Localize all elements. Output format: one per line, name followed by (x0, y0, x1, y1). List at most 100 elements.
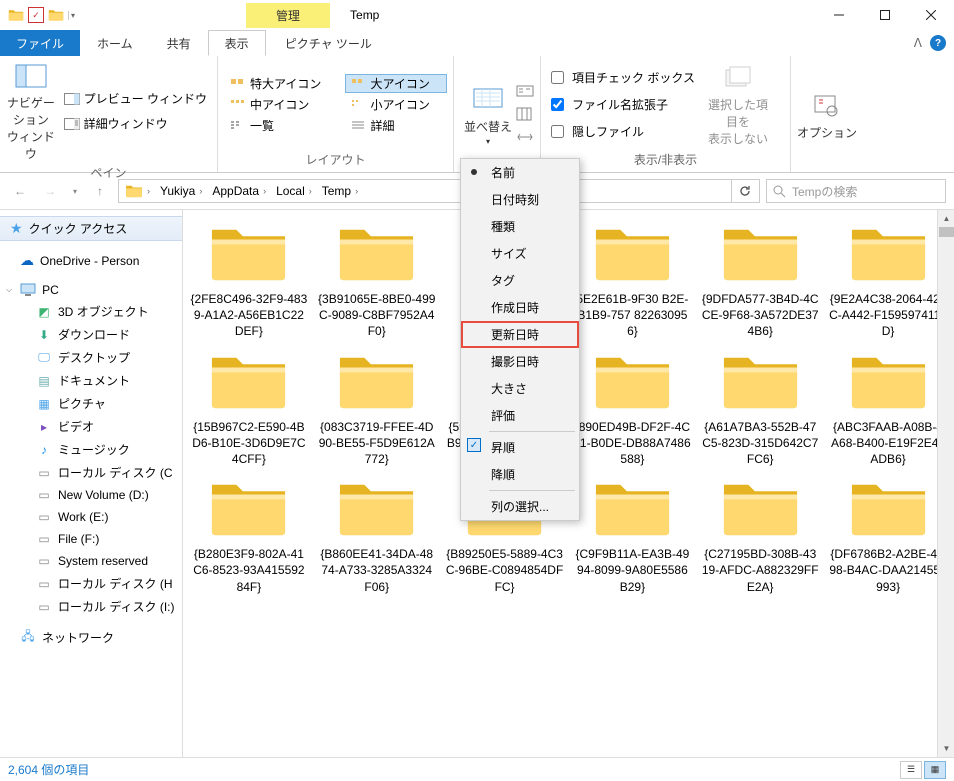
details-pane-button[interactable]: 詳細ウィンドウ (60, 113, 211, 134)
forward-button[interactable]: → (38, 179, 62, 203)
layout-list[interactable]: 一覧 (224, 116, 339, 135)
sidebar-item-desktop[interactable]: 🖵デスクトップ (0, 346, 182, 369)
crumb-local[interactable]: Local› (272, 184, 318, 198)
drive-icon: ▭ (36, 599, 52, 615)
sidebar-item-videos[interactable]: ▸ビデオ (0, 415, 182, 438)
folder-label: {15B967C2-E590-4BD6-B10E-3D6D9E7C4CFF} (190, 419, 308, 468)
layout-details[interactable]: 詳細 (345, 116, 448, 135)
sidebar-item-drive-c[interactable]: ▭ローカル ディスク (C (0, 461, 182, 484)
folder-item[interactable]: {C9F9B11A-EA3B-4994-8099-9A80E5586B29} (571, 475, 695, 595)
sidebar-item-3d[interactable]: ◩3D オブジェクト (0, 300, 182, 323)
breadcrumb[interactable]: › Yukiya› AppData› Local› Temp› ▾ (118, 179, 760, 203)
scroll-up-icon[interactable]: ▲ (938, 210, 954, 227)
menu-choose-columns[interactable]: 列の選択... (461, 493, 579, 520)
help-icon[interactable]: ? (930, 35, 946, 51)
folder-item[interactable]: {15B967C2-E590-4BD6-B10E-3D6D9E7C4CFF} (187, 348, 311, 468)
menu-sort-asc[interactable]: ✓昇順 (461, 434, 579, 461)
group-by-icon[interactable] (516, 85, 534, 101)
menu-sort-size[interactable]: サイズ (461, 240, 579, 267)
folder-item[interactable]: {B860EE41-34DA-4874-A733-3285A3324F06} (315, 475, 439, 595)
details-view-button[interactable]: ☰ (900, 761, 922, 779)
refresh-button[interactable] (731, 179, 757, 203)
folder-item[interactable]: {2FE8C496-32F9-4839-A1A2-A56EB1C22DEF} (187, 220, 311, 340)
group-label-pane: ペイン (6, 162, 211, 183)
hidden-files-toggle[interactable]: 隠しファイル (547, 121, 699, 142)
folder-item[interactable]: 5E2E61B-9F30 B2E-B1B9-757 822630956} (571, 220, 695, 340)
sidebar-quick-access[interactable]: ★クイック アクセス (0, 216, 182, 241)
folder-item[interactable]: {B280E3F9-802A-41C6-8523-93A41559284F} (187, 475, 311, 595)
item-checkboxes-toggle[interactable]: 項目チェック ボックス (547, 67, 699, 88)
sort-by-button[interactable]: 並べ替え ▾ (460, 60, 516, 170)
folder-item[interactable]: {890ED49B-DF2F-4C11-B0DE-DB88A7486588} (571, 348, 695, 468)
folder-icon (590, 220, 675, 285)
search-input[interactable]: Tempの検索 (766, 179, 946, 203)
menu-sort-tags[interactable]: タグ (461, 267, 579, 294)
large-icons-view-button[interactable]: ▦ (924, 761, 946, 779)
sidebar-item-drive-e[interactable]: ▭Work (E:) (0, 506, 182, 528)
maximize-button[interactable] (862, 0, 908, 30)
sidebar-item-drive-i[interactable]: ▭ローカル ディスク (I:) (0, 595, 182, 618)
sort-context-menu: 名前 日付時刻 種類 サイズ タグ 作成日時 更新日時 撮影日時 大きさ 評価 … (460, 158, 580, 521)
tab-picture-tools[interactable]: ピクチャ ツール (268, 30, 389, 56)
menu-sort-date[interactable]: 日付時刻 (461, 186, 579, 213)
hide-selected-button[interactable]: 選択した項目を 表示しない (703, 60, 773, 149)
scroll-thumb[interactable] (939, 227, 954, 237)
sidebar-item-system-reserved[interactable]: ▭System reserved (0, 550, 182, 572)
folder-item[interactable]: {C27195BD-308B-4319-AFDC-A882329FFE2A} (698, 475, 822, 595)
sidebar-item-pictures[interactable]: ▦ピクチャ (0, 392, 182, 415)
menu-sort-taken[interactable]: 撮影日時 (461, 348, 579, 375)
layout-extra-large[interactable]: 特大アイコン (224, 74, 339, 93)
sidebar-item-drive-f[interactable]: ▭File (F:) (0, 528, 182, 550)
menu-sort-dimensions[interactable]: 大きさ (461, 375, 579, 402)
navigation-pane-button[interactable]: ナビゲーション ウィンドウ (6, 60, 56, 162)
close-button[interactable] (908, 0, 954, 30)
folder-item[interactable]: {9DFDA577-3B4D-4CCE-9F68-3A572DE374B6} (698, 220, 822, 340)
drive-icon: ▭ (36, 487, 52, 503)
layout-small[interactable]: 小アイコン (345, 95, 448, 114)
layout-large[interactable]: 大アイコン (345, 74, 448, 93)
sidebar-item-music[interactable]: ♪ミュージック (0, 438, 182, 461)
options-button[interactable]: オプション (797, 60, 857, 170)
folder-label: {2FE8C496-32F9-4839-A1A2-A56EB1C22DEF} (190, 291, 308, 340)
folder-item[interactable]: {A61A7BA3-552B-47C5-823D-315D642C7FC6} (698, 348, 822, 468)
collapse-ribbon-icon[interactable]: ᐱ (914, 36, 922, 50)
menu-sort-created[interactable]: 作成日時 (461, 294, 579, 321)
crumb-temp[interactable]: Temp› (318, 184, 364, 198)
layout-medium[interactable]: 中アイコン (224, 95, 339, 114)
sidebar-item-drive-h[interactable]: ▭ローカル ディスク (H (0, 572, 182, 595)
folder-item[interactable]: {3B91065E-8BE0-499C-9089-C8BF7952A4F0} (315, 220, 439, 340)
minimize-button[interactable] (816, 0, 862, 30)
crumb-yukiya[interactable]: Yukiya› (156, 184, 208, 198)
folder-item[interactable]: {083C3719-FFEE-4D90-BE55-F5D9E612A772} (315, 348, 439, 468)
chevron-down-icon[interactable]: ⌵ (6, 285, 12, 295)
folder-item[interactable]: {ABC3FAAB-A08B-4A68-B400-E19F2E44ADB6} (826, 348, 950, 468)
search-icon (773, 185, 786, 198)
sidebar-item-downloads[interactable]: ⬇ダウンロード (0, 323, 182, 346)
tab-view[interactable]: 表示 (208, 30, 266, 56)
sidebar-pc[interactable]: ⌵PC (0, 280, 182, 300)
vertical-scrollbar[interactable]: ▲ ▼ (937, 210, 954, 757)
preview-pane-button[interactable]: プレビュー ウィンドウ (60, 88, 211, 109)
menu-sort-type[interactable]: 種類 (461, 213, 579, 240)
crumb-appdata[interactable]: AppData› (208, 184, 272, 198)
folder-item[interactable]: {9E2A4C38-2064-427C-A442-F1595974119D} (826, 220, 950, 340)
folder-item[interactable]: {DF6786B2-A2BE-4D98-B4AC-DAA214557993} (826, 475, 950, 595)
menu-sort-modified[interactable]: 更新日時 (461, 321, 579, 348)
file-extensions-toggle[interactable]: ファイル名拡張子 (547, 94, 699, 115)
menu-sort-name[interactable]: 名前 (461, 159, 579, 186)
tab-file[interactable]: ファイル (0, 30, 80, 56)
tab-home[interactable]: ホーム (80, 30, 150, 56)
menu-sort-desc[interactable]: 降順 (461, 461, 579, 488)
sidebar-onedrive[interactable]: ☁OneDrive - Person (0, 249, 182, 272)
chevron-right-icon[interactable]: › (145, 186, 152, 196)
sidebar-item-drive-d[interactable]: ▭New Volume (D:) (0, 484, 182, 506)
size-columns-icon[interactable] (516, 129, 534, 145)
menu-sort-rating[interactable]: 評価 (461, 402, 579, 429)
checkbox-icon[interactable]: ✓ (28, 7, 44, 23)
sidebar-network[interactable]: 🖧ネットワーク (0, 626, 182, 649)
add-columns-icon[interactable] (516, 107, 534, 123)
scroll-down-icon[interactable]: ▼ (938, 740, 954, 757)
qat-dropdown-icon[interactable]: ▾ (68, 11, 86, 20)
tab-share[interactable]: 共有 (150, 30, 208, 56)
sidebar-item-documents[interactable]: ▤ドキュメント (0, 369, 182, 392)
